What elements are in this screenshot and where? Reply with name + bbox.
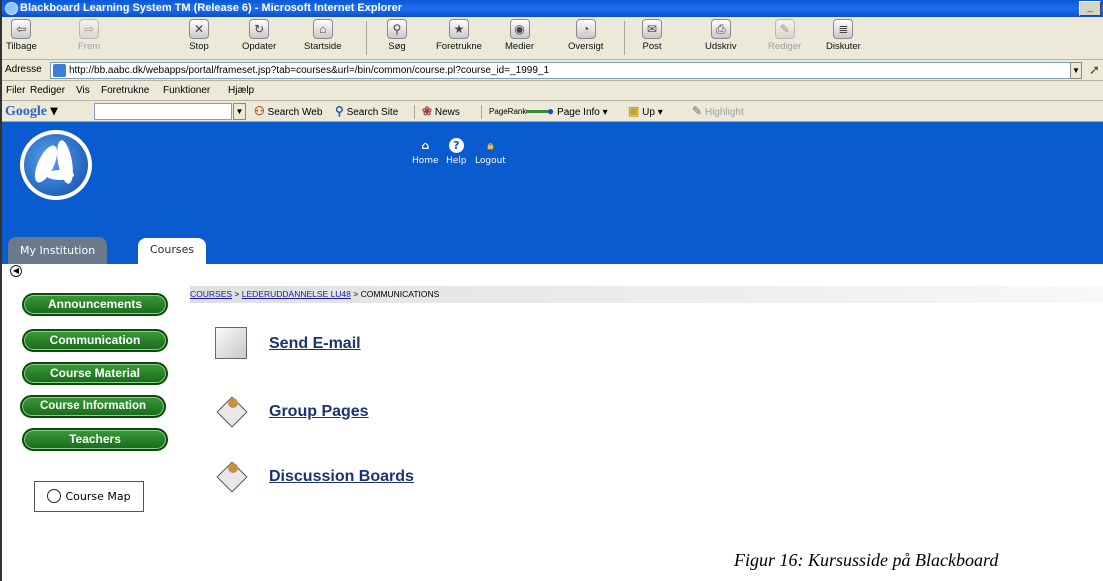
media-button[interactable]: ◉ Medier xyxy=(505,19,534,52)
home-building-icon: ⌂ xyxy=(421,139,430,152)
breadcrumb: COURSES > LEDERUDDANNELSE LU48 > COMMUNI… xyxy=(190,286,1103,303)
news-icon: ❀ xyxy=(422,104,433,118)
ie-logo-icon xyxy=(5,2,18,15)
lock-icon: 🔒︎ xyxy=(487,139,494,152)
help-icon: ? xyxy=(448,138,464,153)
highlight-button[interactable]: ✎ Highlight xyxy=(692,101,744,123)
menu-foretrukne[interactable]: Foretrukne xyxy=(101,81,149,101)
stop-button[interactable]: ✕ Stop xyxy=(189,19,209,52)
address-label: Adresse xyxy=(5,64,42,75)
search-button[interactable]: ⚲ Søg xyxy=(387,19,407,52)
back-arrow-icon: ⇦ xyxy=(11,19,32,39)
logout-link[interactable]: 🔒︎ Logout xyxy=(475,138,506,166)
screenshot: { "window": {"title": "Blackboard Learni… xyxy=(0,0,1103,581)
breadcrumb-current: COMMUNICATIONS xyxy=(360,289,440,299)
google-logo[interactable]: Google ▾ xyxy=(5,101,58,122)
header-tabs: My Institution Courses xyxy=(2,234,1103,264)
nav-announcements[interactable]: Announcements xyxy=(22,293,168,316)
favorites-icon: ★ xyxy=(448,19,469,39)
discussion-boards-link[interactable]: Discussion Boards xyxy=(269,468,414,486)
figure-caption: Figur 16: Kursusside på Blackboard xyxy=(734,550,999,570)
edit-button[interactable]: ✎ Rediger xyxy=(768,19,801,52)
favorites-button[interactable]: ★ Foretrukne xyxy=(436,19,482,52)
home-icon: ⌂ xyxy=(312,19,333,39)
news-button[interactable]: ❀ News xyxy=(422,101,460,123)
refresh-button[interactable]: ↻ Opdater xyxy=(242,19,276,52)
search-web-button[interactable]: ⚇ Search Web xyxy=(254,101,322,123)
discuss-button[interactable]: ≣ Diskuter xyxy=(826,19,861,52)
highlighter-icon: ✎ xyxy=(692,104,703,118)
discuss-icon: ≣ xyxy=(833,19,854,39)
tab-my-institution[interactable]: My Institution xyxy=(8,237,108,264)
pagerank-indicator: PageRank xyxy=(489,101,553,122)
media-icon: ◉ xyxy=(509,19,530,39)
window-title: Blackboard Learning System TM (Release 6… xyxy=(20,2,403,14)
history-icon: ◔ xyxy=(575,19,596,39)
window-title-bar: Blackboard Learning System TM (Release 6… xyxy=(2,0,1103,17)
google-search-dropdown[interactable]: ▼ xyxy=(233,103,246,120)
browser-toolbar: ⇦ Tilbage ⇨ Frem ✕ Stop ↻ Opdater ⌂ Startside… xyxy=(2,17,1103,60)
send-email-link[interactable]: Send E-mail xyxy=(269,335,361,353)
up-button[interactable]: ▣ Up ▾ xyxy=(628,101,663,123)
search-site-icon: ⚲ xyxy=(335,104,344,118)
forward-arrow-icon: ⇨ xyxy=(79,19,100,39)
address-bar: Adresse http://bb.aabc.dk/webapps/portal… xyxy=(2,60,1103,81)
address-url: http://bb.aabc.dk/webapps/portal/framese… xyxy=(69,65,550,76)
edit-icon: ✎ xyxy=(774,19,795,39)
history-button[interactable]: ◔ Oversigt xyxy=(568,19,603,52)
stop-icon: ✕ xyxy=(189,19,209,39)
page-icon xyxy=(53,64,66,77)
nav-course-information[interactable]: Course Information xyxy=(20,395,166,418)
google-search-input[interactable] xyxy=(94,103,232,120)
tab-courses[interactable]: Courses xyxy=(138,238,207,264)
nav-teachers[interactable]: Teachers xyxy=(22,428,168,451)
back-button[interactable]: ⇦ Tilbage xyxy=(6,19,37,52)
nav-communication[interactable]: Communication xyxy=(22,329,168,352)
course-map-button[interactable]: Course Map xyxy=(34,481,144,512)
help-link[interactable]: ? Help xyxy=(446,138,467,166)
search-web-icon: ⚇ xyxy=(254,104,265,118)
info-icon: ● xyxy=(547,104,555,118)
search-icon: ⚲ xyxy=(387,19,407,39)
print-icon: ⎙ xyxy=(710,19,731,39)
address-dropdown-button[interactable]: ▼ xyxy=(1070,62,1082,79)
nav-course-material[interactable]: Course Material xyxy=(22,362,168,385)
menu-rediger[interactable]: Rediger xyxy=(30,81,65,101)
menu-hjaelp[interactable]: Hjælp xyxy=(228,81,254,101)
minimize-button[interactable]: _ xyxy=(1079,1,1101,16)
institution-logo xyxy=(20,130,92,200)
refresh-icon: ↻ xyxy=(249,19,270,39)
menu-vis[interactable]: Vis xyxy=(76,81,90,101)
print-button[interactable]: ⎙ Udskriv xyxy=(705,19,737,52)
google-toolbar: Google ▾ ▼ ⚇ Search Web ⚲ Search Site ❀ … xyxy=(2,101,1103,122)
menu-funktioner[interactable]: Funktioner xyxy=(163,81,210,101)
discussion-board-icon xyxy=(215,460,247,492)
menu-bar: Filer Rediger Vis Foretrukne Funktioner … xyxy=(2,81,1103,101)
forward-button[interactable]: ⇨ Frem xyxy=(78,19,100,52)
group-pages-icon xyxy=(215,395,247,427)
collapse-arrow-icon[interactable]: ◀ xyxy=(10,265,22,277)
breadcrumb-courses[interactable]: COURSES xyxy=(190,289,232,299)
folder-up-icon: ▣ xyxy=(628,104,640,118)
address-input[interactable]: http://bb.aabc.dk/webapps/portal/framese… xyxy=(50,62,1082,79)
email-icon xyxy=(215,327,247,359)
mail-button[interactable]: ✉ Post xyxy=(642,19,662,52)
go-arrow-icon[interactable]: ➚ xyxy=(1089,60,1100,80)
group-pages-link[interactable]: Group Pages xyxy=(269,403,369,421)
search-site-button[interactable]: ⚲ Search Site xyxy=(335,101,398,123)
home-button[interactable]: ⌂ Startside xyxy=(304,19,342,52)
page-info-button[interactable]: ● Page Info ▾ xyxy=(547,101,608,123)
course-map-icon xyxy=(47,489,62,503)
mail-icon: ✉ xyxy=(642,19,662,39)
breadcrumb-course[interactable]: LEDERUDDANNELSE LU48 xyxy=(242,289,351,299)
menu-filer[interactable]: Filer xyxy=(6,81,25,101)
home-link[interactable]: ⌂ Home xyxy=(412,138,439,166)
